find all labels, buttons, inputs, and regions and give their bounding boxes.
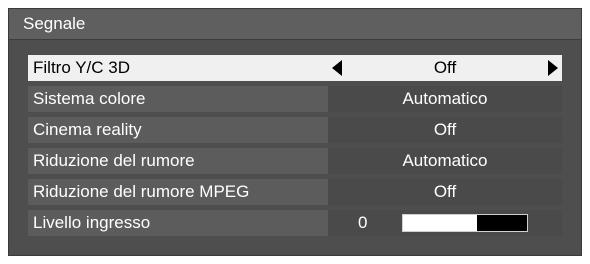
menu-row-label: Livello ingresso [33,213,151,232]
menu-row-label: Cinema reality [33,120,142,139]
value-selector[interactable]: Off [328,117,562,143]
value-selector[interactable]: Off [328,55,562,81]
menu-row-label: Riduzione del rumore [33,151,195,170]
value-selector[interactable]: Automatico [328,148,562,174]
menu-row-mpeg-noise-reduction[interactable]: Riduzione del rumore MPEG Off [28,179,562,205]
menu-row-value: Automatico [402,151,488,170]
menu-title: Segnale [23,14,86,33]
menu-row-cinema-reality[interactable]: Cinema reality Off [28,117,562,143]
menu-rows: Filtro Y/C 3D Off Sistema colore Automat… [28,55,562,241]
menu-row-input-level[interactable]: Livello ingresso 0 [28,210,562,236]
menu-title-bar: Segnale [9,9,581,40]
menu-row-value: Off [433,182,457,201]
value-selector[interactable]: Automatico [328,86,562,112]
menu-row-value: Automatico [402,89,488,108]
menu-row-label: Sistema colore [33,89,146,108]
input-level-fill [403,215,478,231]
menu-row-color-system[interactable]: Sistema colore Automatico [28,86,562,112]
arrow-right-icon[interactable] [548,60,558,76]
input-level-slider[interactable] [402,214,528,232]
menu-row-label: Riduzione del rumore MPEG [33,182,250,201]
value-selector[interactable]: Off [328,179,562,205]
signal-menu-panel: Segnale Filtro Y/C 3D Off Sistema colore… [8,8,582,256]
menu-row-label: Filtro Y/C 3D [33,58,130,77]
menu-row-value: Off [433,120,457,139]
menu-row-yc-3d-filter[interactable]: Filtro Y/C 3D Off [28,55,562,81]
menu-row-noise-reduction[interactable]: Riduzione del rumore Automatico [28,148,562,174]
input-level-control[interactable]: 0 [328,210,562,236]
menu-row-value: Off [433,58,457,77]
input-level-value: 0 [358,213,368,232]
